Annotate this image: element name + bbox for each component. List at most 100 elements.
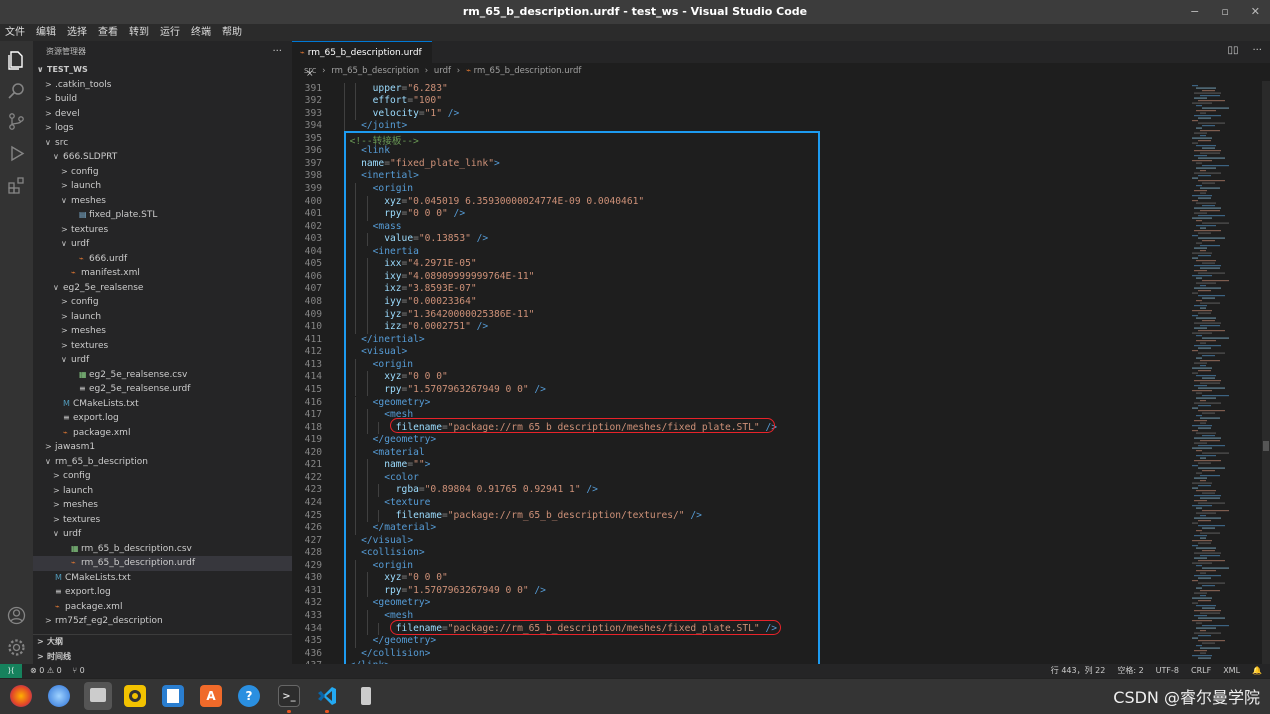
tree-item[interactable]: > devel (33, 107, 292, 122)
tree-item[interactable]: ≡ export.log (33, 585, 292, 600)
menu-run[interactable]: 运行 (160, 24, 180, 41)
tree-item[interactable]: ∨ meshes (33, 194, 292, 209)
menu-file[interactable]: 文件 (5, 24, 25, 41)
end-of-line[interactable]: CRLF (1191, 664, 1211, 678)
tree-item[interactable]: ∨ 666.SLDPRT (33, 150, 292, 165)
menu-edit[interactable]: 编辑 (36, 24, 56, 41)
tree-item[interactable]: > textures (33, 223, 292, 238)
remote-indicator[interactable]: ⟩⟨ (0, 664, 22, 678)
firefox-icon[interactable] (10, 685, 32, 707)
tree-item[interactable]: ⌁ package.xml (33, 600, 292, 615)
scrollbar-thumb[interactable] (1263, 441, 1269, 451)
tree-item[interactable]: ∨ TEST_WS (33, 63, 292, 78)
tree-item[interactable]: > rm75zf_eg2_description (33, 614, 292, 629)
tree-item[interactable]: ▦ eg2_5e_realsense.csv (33, 368, 292, 383)
run-debug-icon[interactable] (6, 143, 27, 164)
close-button[interactable]: ✕ (1251, 0, 1260, 24)
code-view[interactable]: 391 upper="6.283" 392 effort="100" 393 vel… (292, 81, 1182, 664)
account-icon[interactable] (6, 605, 27, 626)
tree-item[interactable]: > textures (33, 339, 292, 354)
tree-item[interactable]: > launch (33, 310, 292, 325)
minimap[interactable] (1188, 81, 1263, 664)
writer-icon[interactable] (162, 685, 184, 707)
tab-rm-65-b-description-urdf[interactable]: ⌁ rm_65_b_description.urdf × (292, 41, 432, 79)
problems-indicator[interactable]: ⊗ 0 ⚠ 0 (30, 666, 62, 675)
tree-item[interactable]: ▦ rm_65_b_description.csv (33, 542, 292, 557)
tree-item[interactable]: ∨ urdf (33, 527, 292, 542)
minimap-line (1194, 155, 1207, 157)
tree-item[interactable]: ∨ src (33, 136, 292, 151)
source-control-icon[interactable] (6, 111, 27, 132)
code-line: <origin (338, 359, 413, 370)
breadcrumb-item[interactable]: rm_65_b_description.urdf (474, 66, 582, 76)
tree-item-label: eg2_5e_realsense (63, 282, 144, 293)
tree-item[interactable]: ⌁ rm_65_b_description.urdf (33, 556, 292, 571)
tree-item[interactable]: > build (33, 92, 292, 107)
extensions-icon[interactable] (6, 175, 27, 196)
encoding[interactable]: UTF-8 (1156, 664, 1179, 678)
files-icon[interactable] (84, 682, 112, 710)
tree-item[interactable]: > .catkin_tools (33, 78, 292, 93)
search-icon[interactable] (6, 81, 27, 102)
code-line: rpy="1.5707963267949 0 0" /> (338, 585, 546, 596)
minimap-line (1194, 287, 1221, 289)
split-editor-icon[interactable]: ▯▯ (1227, 45, 1238, 56)
vscode-icon[interactable] (316, 685, 338, 707)
rhythmbox-icon[interactable] (124, 685, 146, 707)
timeline-section[interactable]: > 时间线 (33, 650, 292, 665)
ports-indicator[interactable]: ⑂ 0 (72, 666, 84, 675)
tree-item[interactable]: ⌁ 666.urdf (33, 252, 292, 267)
tree-item[interactable]: ⌁ package.xml (33, 426, 292, 441)
indent-guide (343, 635, 345, 648)
code-token: xyz (384, 195, 402, 207)
cursor-position[interactable]: 行 443，列 22 (1051, 664, 1106, 678)
usb-drive-icon[interactable] (355, 685, 377, 707)
tree-item[interactable]: > logs (33, 121, 292, 136)
menu-selection[interactable]: 选择 (67, 24, 87, 41)
tree-item[interactable]: ≡ export.log (33, 411, 292, 426)
more-actions-icon[interactable]: ··· (272, 41, 282, 63)
menu-help[interactable]: 帮助 (222, 24, 242, 41)
menu-terminal[interactable]: 终端 (191, 24, 211, 41)
minimize-button[interactable]: − (1190, 0, 1199, 24)
tree-item[interactable]: > config (33, 165, 292, 180)
minimap-line (1200, 515, 1206, 517)
help-icon[interactable]: ? (238, 685, 260, 707)
menu-view[interactable]: 查看 (98, 24, 118, 41)
tree-item[interactable]: ∨ urdf (33, 353, 292, 368)
tree-item[interactable]: > launch (33, 484, 292, 499)
tree-item[interactable]: M CMakeLists.txt (33, 397, 292, 412)
vertical-scrollbar[interactable] (1262, 81, 1270, 664)
code-line: izz="0.0002751" /> (338, 321, 488, 332)
tree-item[interactable]: ∨ rm_65_b_description (33, 455, 292, 470)
editor-more-icon[interactable]: ··· (1252, 45, 1262, 56)
tree-item[interactable]: > launch (33, 179, 292, 194)
indentation[interactable]: 空格: 2 (1117, 664, 1143, 678)
tree-item[interactable]: ∨ eg2_5e_realsense (33, 281, 292, 296)
tree-item[interactable]: ≡ eg2_5e_realsense.urdf (33, 382, 292, 397)
breadcrumb-item[interactable]: urdf (434, 66, 451, 76)
tree-item[interactable]: > jawasm1 (33, 440, 292, 455)
tree-item[interactable]: ⌁ manifest.xml (33, 266, 292, 281)
notifications-bell-icon[interactable]: 🔔 (1252, 664, 1262, 678)
maximize-button[interactable]: ▫ (1221, 0, 1228, 24)
language-mode[interactable]: XML (1223, 664, 1240, 678)
tree-item[interactable]: > meshes (33, 324, 292, 339)
terminal-icon[interactable]: >_ (278, 685, 300, 707)
menu-go[interactable]: 转到 (129, 24, 149, 41)
tree-item[interactable]: ∨ urdf (33, 237, 292, 252)
outline-section[interactable]: > 大纲 (33, 635, 292, 650)
tree-item-label: textures (63, 514, 101, 525)
tree-item[interactable]: > meshes (33, 498, 292, 513)
tree-item[interactable]: M CMakeLists.txt (33, 571, 292, 586)
thunderbird-icon[interactable] (48, 685, 70, 707)
tree-item[interactable]: > textures (33, 513, 292, 528)
tree-item[interactable]: > config (33, 295, 292, 310)
tree-item[interactable]: ▤ fixed_plate.STL (33, 208, 292, 223)
breadcrumb-item[interactable]: rm_65_b_description (331, 66, 419, 76)
settings-gear-icon[interactable] (6, 637, 27, 658)
software-center-icon[interactable]: A (200, 685, 222, 707)
explorer-icon[interactable] (6, 49, 27, 70)
tree-item[interactable]: > config (33, 469, 292, 484)
close-tab-icon[interactable]: × (306, 69, 314, 79)
